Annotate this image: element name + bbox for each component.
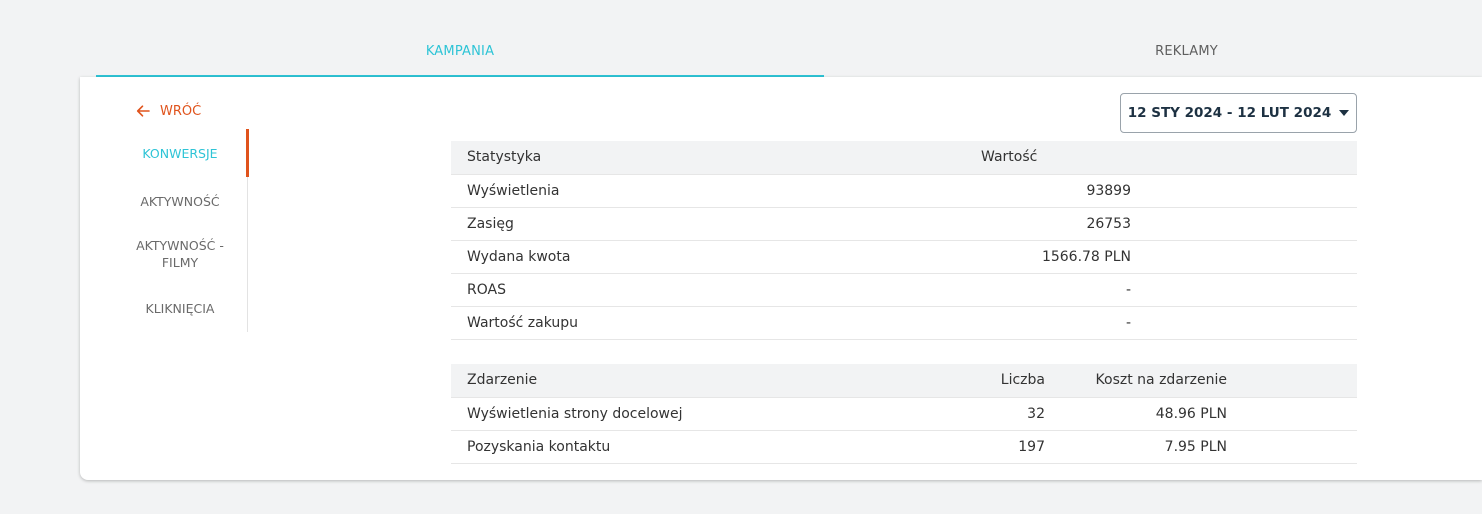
side-nav-item-label: AKTYWNOŚĆ - xyxy=(136,238,224,253)
table-header: Zdarzenie Liczba Koszt na zdarzenie xyxy=(451,364,1357,398)
stat-name: ROAS xyxy=(467,282,506,298)
side-nav-item-label-line2: FILMY xyxy=(161,255,199,270)
view-tabs: KAMPANIA REKLAMY xyxy=(96,26,1482,77)
side-nav-item-aktywnosc[interactable]: AKTYWNOŚĆ xyxy=(112,193,248,210)
table-row: Zasięg 26753 xyxy=(451,208,1357,241)
stat-value: - xyxy=(1125,315,1131,331)
arrow-left-icon xyxy=(136,105,150,117)
tab-kampania[interactable]: KAMPANIA xyxy=(96,26,824,77)
side-nav: KONWERSJE AKTYWNOŚĆ AKTYWNOŚĆ - FILMY KL… xyxy=(112,129,249,332)
table-row: Wydana kwota 1566.78 PLN xyxy=(451,241,1357,274)
stat-name: Wyświetlenia xyxy=(467,183,560,199)
stat-value: 26753 xyxy=(1086,216,1131,232)
back-label: WRÓĆ xyxy=(160,103,202,119)
date-range-label: 12 STY 2024 - 12 LUT 2024 xyxy=(1127,105,1332,121)
caret-down-icon xyxy=(1339,110,1350,116)
table-row: ROAS - xyxy=(451,274,1357,307)
event-name: Wyświetlenia strony docelowej xyxy=(467,406,683,422)
date-range-button[interactable]: 12 STY 2024 - 12 LUT 2024 xyxy=(1120,93,1357,133)
event-cost: 7.95 PLN xyxy=(1164,439,1227,455)
tab-reklamy[interactable]: REKLAMY xyxy=(824,26,1482,77)
event-name: Pozyskania kontaktu xyxy=(467,439,611,455)
event-cost: 48.96 PLN xyxy=(1155,406,1227,422)
event-count: 197 xyxy=(1018,439,1045,455)
table-header: Statystyka Wartość xyxy=(451,141,1357,175)
stats-table: Statystyka Wartość Wyświetlenia 93899 Za… xyxy=(451,141,1357,340)
table-row: Pozyskania kontaktu 197 7.95 PLN xyxy=(451,431,1357,464)
back-button[interactable]: WRÓĆ xyxy=(136,101,201,121)
column-header: Wartość xyxy=(981,149,1038,165)
stat-name: Wartość zakupu xyxy=(467,315,579,331)
stat-value: 93899 xyxy=(1086,183,1131,199)
column-header: Statystyka xyxy=(467,149,542,165)
side-nav-item-klikniecia[interactable]: KLIKNIĘCIA xyxy=(112,300,248,317)
column-header: Liczba xyxy=(1000,372,1045,388)
stat-name: Zasięg xyxy=(467,216,514,232)
stat-value: 1566.78 PLN xyxy=(1041,249,1131,265)
table-row: Wyświetlenia 93899 xyxy=(451,175,1357,208)
content-card: WRÓĆ KONWERSJE AKTYWNOŚĆ AKTYWNOŚĆ - FIL… xyxy=(80,77,1482,480)
table-row: Wyświetlenia strony docelowej 32 48.96 P… xyxy=(451,398,1357,431)
table-row: Wartość zakupu - xyxy=(451,307,1357,340)
side-nav-item-konwersje[interactable]: KONWERSJE xyxy=(112,145,248,162)
side-nav-item-aktywnosc-filmy[interactable]: AKTYWNOŚĆ - FILMY xyxy=(112,237,248,271)
column-header: Zdarzenie xyxy=(467,372,538,388)
event-count: 32 xyxy=(1027,406,1045,422)
column-header: Koszt na zdarzenie xyxy=(1095,372,1227,388)
stat-name: Wydana kwota xyxy=(467,249,571,265)
events-table: Zdarzenie Liczba Koszt na zdarzenie Wyśw… xyxy=(451,364,1357,464)
stat-value: - xyxy=(1125,282,1131,298)
